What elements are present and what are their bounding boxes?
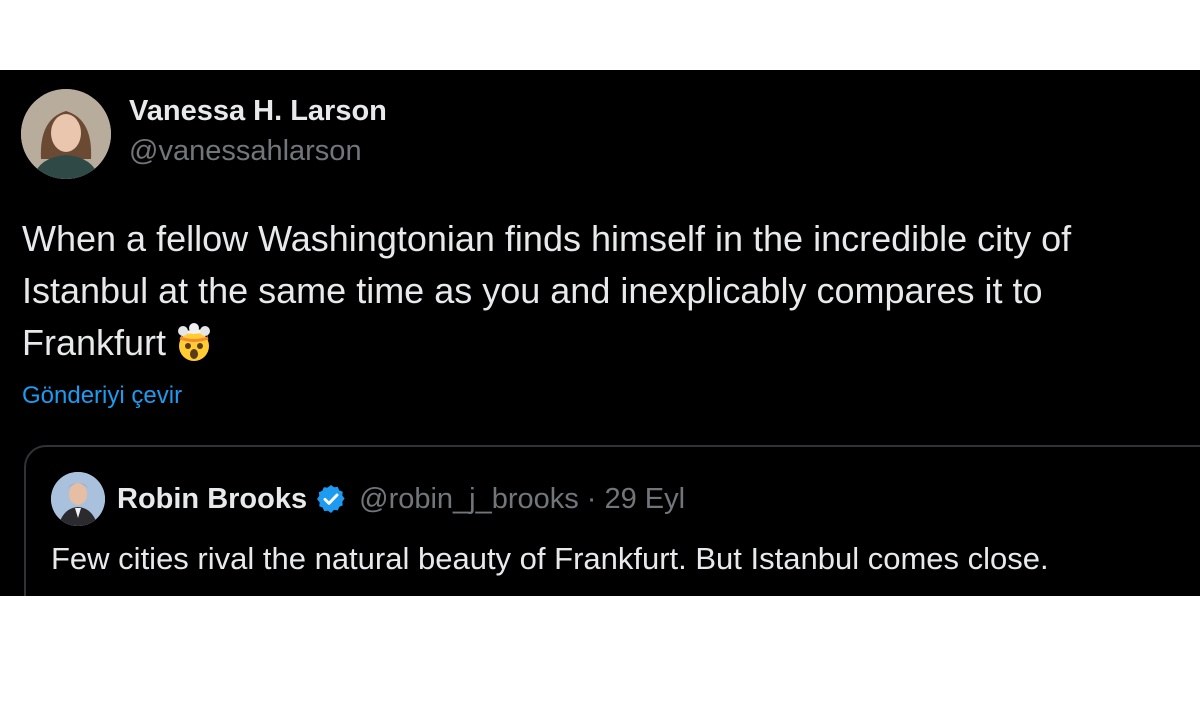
tweet-text: When a fellow Washingtonian finds himsel… [22, 213, 1192, 377]
separator-dot: · [586, 482, 597, 515]
quoted-date[interactable]: 29 Eyl [604, 483, 685, 516]
handle[interactable]: @vanessahlarson [129, 129, 387, 173]
quoted-handle[interactable]: @robin_j_brooks [359, 483, 579, 516]
quoted-tweet-header: Robin Brooks @robin_j_brooks · 29 Eyl [51, 472, 685, 526]
quoted-tweet-text: Few cities rival the natural beauty of F… [51, 541, 1049, 576]
quoted-tweet[interactable]: Robin Brooks @robin_j_brooks · 29 Eyl Fe… [24, 445, 1200, 596]
exploding-head-icon [174, 323, 214, 377]
tweet: Vanessa H. Larson @vanessahlarson When a… [0, 70, 1200, 596]
display-name[interactable]: Vanessa H. Larson [129, 93, 387, 129]
quoted-avatar[interactable] [51, 472, 105, 526]
tweet-author: Vanessa H. Larson @vanessahlarson [21, 89, 387, 179]
avatar[interactable] [21, 89, 111, 179]
translate-link[interactable]: Gönderiyi çevir [22, 382, 182, 410]
verified-badge-icon [315, 483, 347, 515]
quoted-display-name[interactable]: Robin Brooks [117, 483, 307, 516]
